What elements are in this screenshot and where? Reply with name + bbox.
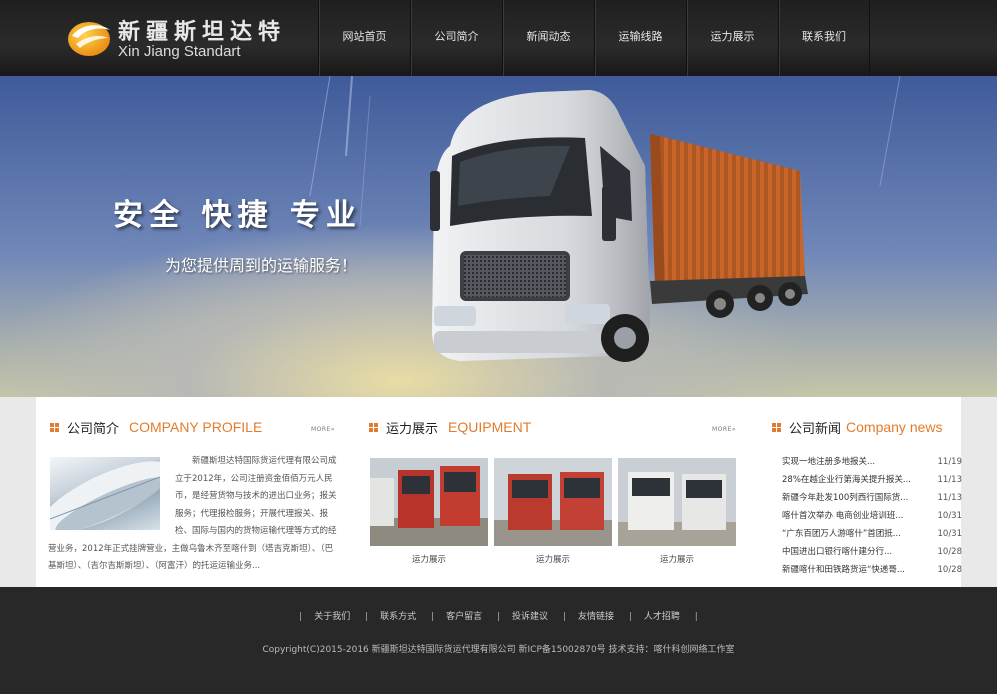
news-item[interactable]: 新疆今年赴发100列西行国际货... 11/13 [782, 489, 962, 507]
brand-name-cn: 新疆斯坦达特 [118, 19, 287, 45]
footer-link-friends[interactable]: 友情链接 [578, 612, 614, 622]
equipment-photo[interactable] [370, 458, 488, 546]
brand-name-en: Xin Jiang Standart [118, 43, 241, 60]
nav-item-home[interactable]: 网站首页 [318, 0, 410, 76]
equipment-item[interactable]: 运力展示 [370, 458, 488, 565]
truck-image [430, 90, 808, 362]
grid-bullet-icon [369, 422, 378, 432]
equipment-more-link[interactable]: MORE» [712, 426, 736, 433]
news-title-cn: 公司新闻 [789, 421, 842, 437]
equipment-item[interactable]: 运力展示 [618, 458, 736, 565]
profile-title-en: COMPANY PROFILE [129, 419, 263, 435]
site-footer: | 关于我们 | 联系方式 | 客户留言 | 投诉建议 | 友情链接 | 人才招聘 | Co… [0, 587, 997, 694]
equipment-section-title: 运力展示 EQUIPMENT [369, 417, 531, 437]
grid-bullet-icon [772, 422, 781, 432]
profile-text: 新疆斯坦达特国际货运代理有限公司成立于2012年，公司注册资金佰佰万元人民币，是… [48, 453, 338, 576]
footer-link-about[interactable]: 关于我们 [314, 612, 350, 622]
equipment-title-en: EQUIPMENT [448, 419, 532, 435]
news-section-title: 公司新闻 Company news [772, 417, 943, 437]
content-area: 公司简介 COMPANY PROFILE MORE» 新疆斯坦达特国际货运代理有… [0, 397, 997, 587]
nav-item-contact[interactable]: 联系我们 [778, 0, 870, 76]
content-panel: 公司简介 COMPANY PROFILE MORE» 新疆斯坦达特国际货运代理有… [36, 397, 962, 587]
news-item[interactable]: 新疆喀什和田铁路货运“快递哥... 10/28 [782, 561, 962, 579]
site-logo[interactable]: 新疆斯坦达特 Xin Jiang Standart [66, 12, 280, 64]
nav-item-equipment[interactable]: 运力展示 [686, 0, 778, 76]
news-item[interactable]: 28%在越企业行第海关提升报关... 11/13 [782, 471, 962, 489]
equipment-photo[interactable] [618, 458, 736, 546]
news-item[interactable]: 中国进出口银行喀什建分行... 10/28 [782, 543, 962, 561]
news-title-en: Company news [846, 419, 943, 435]
profile-more-link[interactable]: MORE» [311, 426, 335, 433]
footer-copyright: Copyright(C)2015-2016 新疆斯坦达特国际货运代理有限公司 新… [262, 645, 735, 655]
grid-bullet-icon [50, 422, 59, 432]
footer-link-guestbook[interactable]: 客户留言 [446, 612, 482, 622]
profile-title-cn: 公司简介 [67, 421, 120, 437]
equipment-label[interactable]: 运力展示 [494, 553, 612, 565]
hero-banner: 安全 快捷 专业 为您提供周到的运输服务！ [0, 76, 997, 397]
news-item[interactable]: 喀什首次举办 电商创业培训班... 10/31 [782, 507, 962, 525]
footer-link-contact[interactable]: 联系方式 [380, 612, 416, 622]
equipment-label[interactable]: 运力展示 [370, 553, 488, 565]
equipment-title-cn: 运力展示 [386, 421, 439, 437]
profile-section-title: 公司简介 COMPANY PROFILE [50, 417, 262, 437]
footer-links: | 关于我们 | 联系方式 | 客户留言 | 投诉建议 | 友情链接 | 人才招聘 | [299, 612, 698, 622]
nav-item-profile[interactable]: 公司简介 [410, 0, 502, 76]
nav-item-routes[interactable]: 运输线路 [594, 0, 686, 76]
news-item[interactable]: 实现一地注册多地报关... 11/19 [782, 453, 962, 471]
equipment-photo[interactable] [494, 458, 612, 546]
footer-link-jobs[interactable]: 人才招聘 [644, 612, 680, 622]
equipment-label[interactable]: 运力展示 [618, 553, 736, 565]
main-nav: 网站首页 公司简介 新闻动态 运输线路 运力展示 联系我们 [318, 0, 870, 76]
equipment-item[interactable]: 运力展示 [494, 458, 612, 565]
news-item[interactable]: “广东百团万人游喀什”首团抵... 10/31 [782, 525, 962, 543]
banner-subtitle: 为您提供周到的运输服务！ [165, 256, 358, 275]
banner-slogan: 安全 快捷 专业 [113, 198, 362, 233]
swirl-logo-icon [68, 22, 110, 56]
site-header: 新疆斯坦达特 Xin Jiang Standart 网站首页 公司简介 新闻动态… [0, 0, 997, 76]
news-list: 实现一地注册多地报关... 11/19 28%在越企业行第海关提升报关... 11/… [782, 453, 962, 579]
nav-item-news[interactable]: 新闻动态 [502, 0, 594, 76]
footer-link-feedback[interactable]: 投诉建议 [512, 612, 548, 622]
